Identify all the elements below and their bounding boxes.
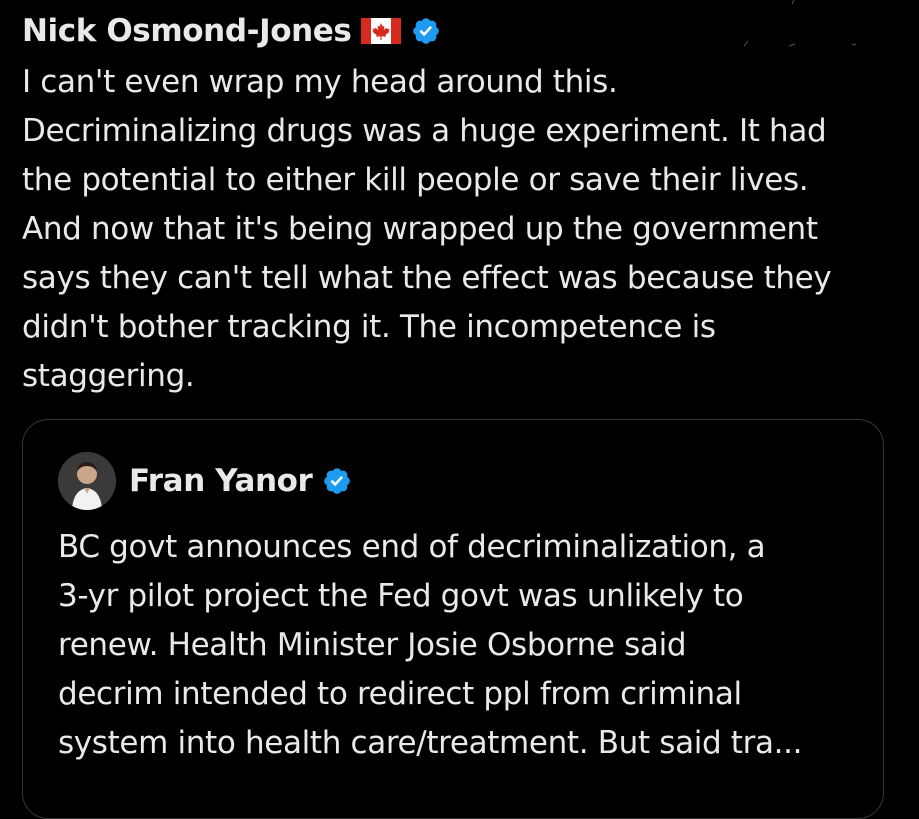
main-post: Nick Osmond-Jones I can't even wrap my h… <box>22 10 902 401</box>
post-text-line: says they can't tell what the effect was… <box>22 260 832 296</box>
post-text: I can't even wrap my head around this. De… <box>22 58 897 401</box>
quoted-post-text-line: decrim intended to redirect ppl from cri… <box>58 676 742 712</box>
post-text-line: I can't even wrap my head around this. <box>22 64 618 100</box>
quoted-post-card[interactable]: Fran Yanor BC govt announces end of decr… <box>22 419 884 819</box>
post-text-line: And now that it's being wrapped up the g… <box>22 211 818 247</box>
canada-flag-icon <box>361 18 402 44</box>
post-text-line: didn't bother tracking it. The incompete… <box>22 309 716 345</box>
avatar[interactable] <box>58 452 116 510</box>
scratch-marks <box>743 0 857 47</box>
quoted-post-text-line: 3-yr pilot project the Fed govt was unli… <box>58 578 744 614</box>
quoted-post-text-line: BC govt announces end of decriminalizati… <box>58 529 766 565</box>
quoted-post-author-name[interactable]: Fran Yanor <box>129 463 313 499</box>
post-author-name[interactable]: Nick Osmond-Jones <box>22 13 352 49</box>
quoted-post-text-line: system into health care/treatment. But s… <box>58 725 803 761</box>
quoted-post-text-line: renew. Health Minister Josie Osborne sai… <box>58 627 687 663</box>
verified-badge-icon <box>322 466 352 496</box>
quoted-post-author-row: Fran Yanor <box>58 452 352 510</box>
post-text-line: the potential to either kill people or s… <box>22 162 809 198</box>
post-text-line: staggering. <box>22 358 195 394</box>
quoted-post-text: BC govt announces end of decriminalizati… <box>58 523 873 768</box>
verified-badge-icon <box>411 16 441 46</box>
post-text-line: Decriminalizing drugs was a huge experim… <box>22 113 827 149</box>
